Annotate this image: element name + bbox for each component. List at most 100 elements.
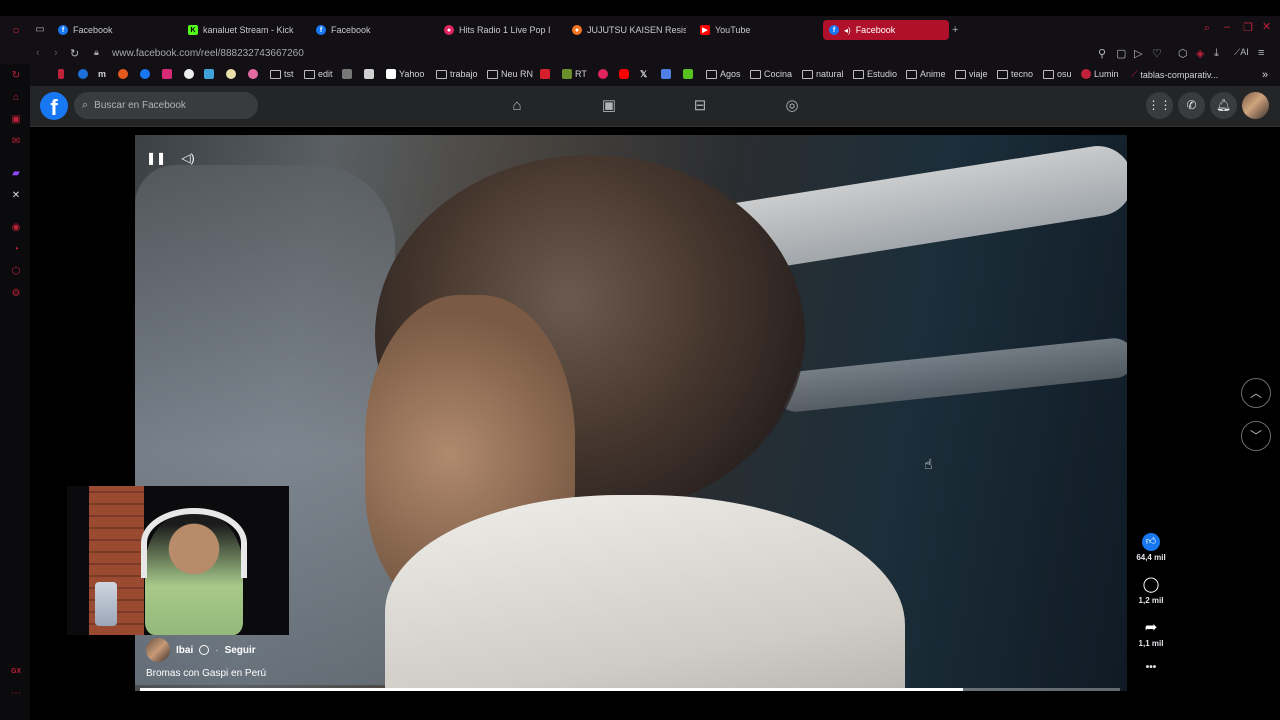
marketplace-icon[interactable]: ⊟ — [690, 96, 710, 116]
bookmark-folder-trabajo[interactable]: trabajo — [436, 69, 478, 79]
more-icon[interactable]: ••• — [1132, 662, 1170, 673]
previous-reel-button[interactable]: ︿ — [1241, 378, 1271, 408]
easy-setup-icon[interactable]: ≡ — [1258, 47, 1264, 59]
tab-jujutsu-kaisen[interactable]: ● JUJUTSU KAISEN Resist — [572, 20, 686, 40]
sidebar-more-icon[interactable]: ⋯ — [10, 688, 22, 700]
tab-kick[interactable]: K kanaluet Stream - Kick — [188, 20, 300, 40]
sidebar-gx-badge[interactable]: GX — [10, 666, 22, 678]
tab-facebook-2[interactable]: f Facebook — [316, 20, 436, 40]
bookmark-folder-natural[interactable]: natural — [802, 69, 844, 79]
reload-icon[interactable]: ↻ — [70, 47, 79, 60]
bookmark-folder-cocina[interactable]: Cocina — [750, 69, 792, 79]
pause-icon[interactable]: ❚❚ — [146, 149, 166, 167]
bookmark-folder-osu[interactable]: osu — [1043, 69, 1072, 79]
bookmark-folder-tecno[interactable]: tecno — [997, 69, 1033, 79]
search-box[interactable]: ⌕ Buscar en Facebook — [74, 92, 258, 119]
like-icon[interactable]: 👍︎ — [1142, 533, 1160, 551]
tab-youtube[interactable]: ▶ YouTube — [700, 20, 810, 40]
share-action[interactable]: ➦ 1,1 mil — [1132, 617, 1170, 648]
url-field[interactable]: www.facebook.com/reel/888232743667260 — [112, 48, 304, 59]
bookmark-m-icon[interactable]: m — [98, 69, 106, 79]
menu-grid-icon[interactable]: ⋮⋮ — [1146, 92, 1173, 119]
bookmark-youtube-icon[interactable] — [619, 69, 629, 79]
tab-audio-icon[interactable]: ◂) — [844, 26, 851, 35]
minimize-icon[interactable]: – — [1224, 21, 1230, 33]
bookmark-radio-icon[interactable] — [598, 69, 608, 79]
bookmark-x-icon[interactable]: 𝕏 — [640, 69, 647, 80]
tab-facebook-active[interactable]: f ◂) Facebook — [823, 20, 949, 40]
sidebar-player-icon[interactable]: ◉ — [10, 222, 22, 234]
volume-icon[interactable]: ◁) — [179, 149, 197, 167]
home-icon[interactable]: ⌂ — [507, 96, 527, 116]
bookmark-yellow-icon[interactable] — [226, 69, 236, 79]
forward-icon[interactable]: › — [54, 47, 58, 59]
tab-overview-icon[interactable]: ▭ — [34, 24, 46, 36]
bookmark-facebook-icon[interactable] — [140, 69, 150, 79]
bookmark-rt[interactable]: RT — [562, 69, 587, 79]
download-icon[interactable]: ⤓ — [1214, 47, 1219, 60]
heart-icon[interactable]: ♡ — [1152, 47, 1162, 60]
lock-icon[interactable]: 🔒︎ — [94, 47, 99, 58]
aria-ai-icon[interactable]: ⟋AI — [1234, 47, 1249, 58]
comment-icon[interactable]: ◯ — [1140, 574, 1162, 596]
bookmark-meta-icon[interactable] — [78, 69, 88, 79]
pin-icon[interactable]: ⚲ — [1098, 47, 1106, 60]
player-icon[interactable]: ▷ — [1134, 47, 1142, 60]
notifications-icon[interactable]: 🔔︎ — [1210, 92, 1237, 119]
like-action[interactable]: 👍︎ 64,4 mil — [1132, 533, 1170, 562]
facebook-logo[interactable]: f — [40, 92, 68, 120]
next-reel-button[interactable]: ﹀ — [1241, 421, 1271, 451]
bookmark-download-icon[interactable] — [683, 69, 693, 79]
bookmark-folder-anime[interactable]: Anime — [906, 69, 946, 79]
snapshot-icon[interactable]: ▢ — [1116, 47, 1126, 60]
sidebar-x-icon[interactable]: ✕ — [10, 190, 22, 202]
bookmark-red-square-icon[interactable] — [540, 69, 550, 79]
maximize-icon[interactable]: ❐ — [1243, 21, 1253, 34]
bookmark-pink-icon[interactable] — [248, 69, 258, 79]
bookmark-folder-viaje[interactable]: viaje — [955, 69, 988, 79]
comment-action[interactable]: ◯ 1,2 mil — [1132, 574, 1170, 605]
bookmark-blue-icon[interactable] — [204, 69, 214, 79]
channel-avatar[interactable] — [146, 638, 170, 662]
bookmark-folder-tst[interactable]: tst — [270, 69, 294, 79]
vpn-icon[interactable]: ◈ — [1196, 47, 1204, 60]
sidebar-reload-icon[interactable]: ↻ — [10, 70, 22, 82]
bookmark-folder-estudio[interactable]: Estudio — [853, 69, 897, 79]
bookmark-yahoo[interactable]: Yahoo — [386, 69, 424, 79]
search-input[interactable]: Buscar en Facebook — [94, 100, 186, 111]
bookmark-translate-icon[interactable] — [661, 69, 671, 79]
video-progress-bar[interactable] — [140, 688, 1120, 691]
video-icon[interactable]: ▣ — [599, 96, 619, 116]
opera-logo-icon[interactable]: ○ — [10, 24, 22, 36]
bookmark-folder-agos[interactable]: Agos — [706, 69, 741, 79]
bookmarks-overflow-icon[interactable]: » — [1262, 69, 1268, 81]
bookmark-red-icon[interactable] — [58, 69, 64, 79]
new-tab-button[interactable]: + — [952, 20, 964, 40]
follow-button[interactable]: Seguir — [225, 645, 256, 656]
groups-icon[interactable]: ◎ — [782, 96, 802, 116]
search-tabs-icon[interactable]: ⌕ — [1204, 22, 1210, 35]
bookmark-tablas[interactable]: ⟋ tablas-comparativ... — [1131, 69, 1218, 80]
back-icon[interactable]: ‹ — [36, 47, 40, 59]
more-options[interactable]: ••• — [1132, 662, 1170, 673]
sidebar-bag-icon[interactable]: ⌂ — [10, 92, 22, 104]
bookmark-folder-edit[interactable]: edit — [304, 69, 333, 79]
bookmark-google-icon[interactable] — [184, 69, 194, 79]
bookmark-instagram-icon[interactable] — [162, 69, 172, 79]
sidebar-extensions-icon[interactable]: ⬡ — [10, 266, 22, 278]
channel-name[interactable]: Ibai — [176, 645, 193, 656]
sidebar-history-icon[interactable]: ◔ — [10, 244, 22, 256]
sidebar-settings-icon[interactable]: ⚙ — [10, 288, 22, 300]
share-icon[interactable]: ➦ — [1140, 617, 1162, 639]
sidebar-chat-icon[interactable]: ▣ — [10, 114, 22, 126]
tab-facebook-1[interactable]: f Facebook — [58, 20, 178, 40]
bookmark-white-icon[interactable] — [364, 69, 374, 79]
extensions-icon[interactable]: ⬡ — [1178, 47, 1188, 60]
close-window-icon[interactable]: ✕ — [1262, 20, 1271, 33]
sidebar-mail-icon[interactable]: ✉ — [10, 136, 22, 148]
bookmark-lumin[interactable]: Lumin — [1081, 69, 1119, 79]
bookmark-orange-icon[interactable] — [118, 69, 128, 79]
tab-hits-radio[interactable]: ● Hits Radio 1 Live Pop I — [444, 20, 556, 40]
sidebar-twitch-icon[interactable]: ▰ — [10, 168, 22, 180]
bookmark-folder-neu-rn[interactable]: Neu RN — [487, 69, 533, 79]
